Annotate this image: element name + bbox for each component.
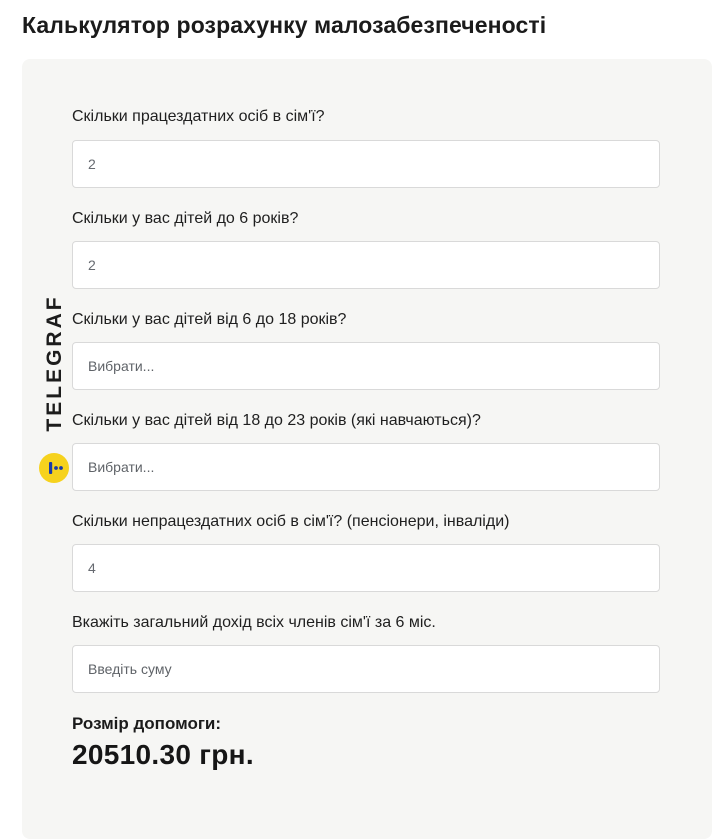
page-title: Калькулятор розрахунку малозабезпеченост…	[22, 12, 547, 38]
calculator-panel: Скільки працездатних осіб в сім'ї? 2 Скі…	[22, 59, 712, 839]
question-label-children-under-6: Скільки у вас дітей до 6 років?	[72, 210, 299, 227]
question-label-able-bodied: Скільки працездатних осіб в сім'ї?	[72, 108, 325, 125]
children-6-18-select[interactable]: Вибрати...	[72, 342, 660, 390]
question-label-children-6-18: Скільки у вас дітей від 6 до 18 років?	[72, 311, 347, 328]
result-label: Розмір допомоги:	[72, 714, 222, 733]
question-label-disabled-persons: Скільки непрацездатних осіб в сім'ї? (пе…	[72, 513, 510, 530]
total-income-input[interactable]: Введіть суму	[72, 645, 660, 693]
question-label-children-18-23: Скільки у вас дітей від 18 до 23 років (…	[72, 412, 481, 429]
able-bodied-count-select[interactable]: 2	[72, 140, 660, 188]
telegraf-logo-icon	[39, 453, 69, 483]
result-value: 20510.30 грн.	[72, 739, 254, 770]
question-label-total-income: Вкажіть загальний дохід всіх членів сім'…	[72, 614, 436, 631]
children-18-23-select[interactable]: Вибрати...	[72, 443, 660, 491]
watermark-text: TELEGRAF	[43, 294, 66, 432]
disabled-persons-select[interactable]: 4	[72, 544, 660, 592]
children-under-6-select[interactable]: 2	[72, 241, 660, 289]
telegraf-watermark: TELEGRAF	[38, 294, 72, 485]
